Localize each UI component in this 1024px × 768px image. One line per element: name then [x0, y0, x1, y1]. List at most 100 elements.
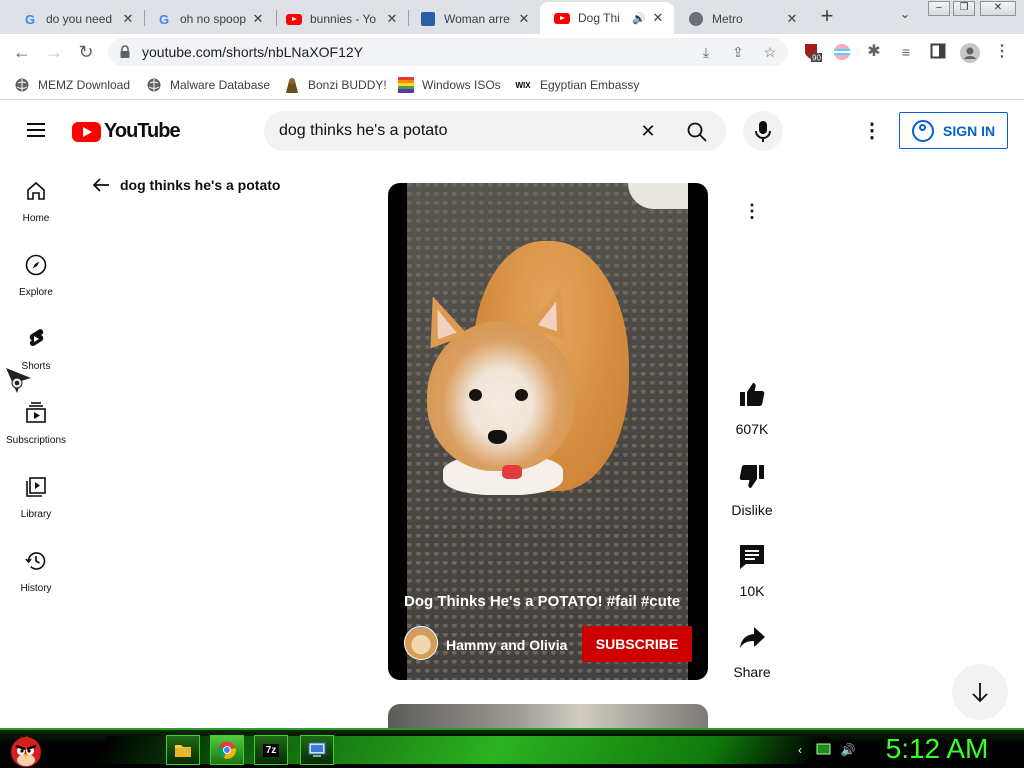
next-short-preview[interactable] [388, 704, 708, 730]
search-box[interactable]: dog thinks he's a potato ✕ [264, 111, 726, 151]
news-icon [420, 11, 436, 27]
close-tab-icon[interactable]: ✕ [384, 11, 400, 27]
sign-in-button[interactable]: SIGN IN [899, 112, 1008, 149]
globe-icon [688, 11, 704, 27]
google-icon: G [158, 11, 170, 27]
side-panel-icon[interactable] [929, 43, 947, 61]
back-button[interactable]: ← [10, 40, 34, 64]
tab-title: oh no spoop [180, 12, 246, 26]
guide-item-library[interactable]: Library [4, 475, 68, 545]
profile-icon[interactable] [960, 43, 980, 63]
close-tab-icon[interactable]: ✕ [784, 11, 800, 27]
chrome-button[interactable] [210, 735, 244, 765]
channel-name[interactable]: Hammy and Olivia [446, 637, 567, 653]
volume-icon[interactable]: 🔊 [840, 742, 856, 758]
youtube-wordmark: YouTube [104, 120, 181, 142]
subscribe-button[interactable]: SUBSCRIBE [582, 626, 692, 662]
youtube-play-icon [72, 121, 101, 142]
bookmark-bonzi-buddy[interactable]: Bonzi BUDDY! [284, 76, 387, 94]
shorts-video-player[interactable]: Dog Thinks He's a POTATO! #fail #cute Ha… [388, 183, 708, 680]
guide-item-home[interactable]: Home [4, 179, 68, 249]
file-explorer-button[interactable] [166, 735, 200, 765]
comment-icon [740, 545, 764, 569]
share-page-icon[interactable]: ⇪ [728, 42, 748, 62]
chrome-menu-icon[interactable]: ⋮ [993, 43, 1011, 61]
reload-button[interactable]: ↻ [74, 40, 98, 64]
clear-search-icon[interactable]: ✕ [638, 121, 658, 141]
minimize-window-button[interactable]: – [928, 1, 950, 16]
tab-title: Woman arre [444, 12, 510, 26]
guide-item-history[interactable]: History [4, 549, 68, 619]
tab-do-you-need[interactable]: G do you need ✕ [8, 4, 144, 34]
restore-window-button[interactable]: ❐ [953, 1, 975, 16]
pride-extension-icon[interactable] [833, 43, 851, 61]
comments-button[interactable]: 10K [722, 542, 782, 599]
url-text[interactable]: youtube.com/shorts/nbLNaXOF12Y [142, 44, 363, 60]
media-controls-icon[interactable]: ≡ [897, 43, 915, 61]
close-window-button[interactable]: ✕ [980, 1, 1016, 16]
speaker-icon[interactable]: 🔊 [632, 10, 646, 26]
puzzle-extensions-icon[interactable]: ✱ [865, 43, 883, 61]
tab-bunnies[interactable]: bunnies - Yo ✕ [272, 4, 408, 34]
bookmark-egyptian-embassy[interactable]: WIX Egyptian Embassy [514, 76, 639, 94]
wix-icon: WIX [515, 80, 531, 90]
tab-oh-no-spoop[interactable]: G oh no spoop ✕ [142, 4, 274, 34]
bookmark-windows-isos[interactable]: Windows ISOs [398, 76, 501, 94]
computer-button[interactable] [300, 735, 334, 765]
youtube-logo[interactable]: YouTube [72, 120, 181, 143]
video-title[interactable]: Dog Thinks He's a POTATO! #fail #cute [404, 593, 680, 610]
youtube-icon [286, 11, 302, 27]
tab-woman-arrested[interactable]: Woman arre ✕ [406, 4, 540, 34]
settings-more-icon[interactable]: ⋮ [860, 119, 884, 143]
new-tab-button[interactable]: + [816, 5, 838, 28]
install-app-icon[interactable]: ⤓ [696, 42, 716, 62]
next-video-button[interactable] [952, 664, 1008, 720]
more-actions-icon[interactable]: ⋮ [740, 199, 764, 223]
voice-search-button[interactable] [743, 111, 783, 151]
bookmark-malware-database[interactable]: Malware Database [146, 76, 270, 94]
dislike-button[interactable]: Dislike [722, 461, 782, 518]
share-button[interactable]: Share [722, 623, 782, 680]
guide-item-subscriptions[interactable]: Subscriptions [4, 401, 68, 471]
close-tab-icon[interactable]: ✕ [516, 11, 532, 27]
taskbar-clock[interactable]: 5:12 AM [876, 733, 998, 765]
lock-icon[interactable] [120, 45, 130, 58]
guide-item-explore[interactable]: Explore [4, 253, 68, 323]
7zip-icon: 7z [262, 743, 280, 757]
tab-search-chevron-icon[interactable]: ⌄ [896, 7, 914, 25]
close-tab-icon[interactable]: ✕ [650, 10, 666, 26]
bookmark-label: MEMZ Download [38, 78, 131, 92]
7zip-button[interactable]: 7z [254, 735, 288, 765]
search-icon[interactable] [686, 121, 708, 143]
search-input[interactable]: dog thinks he's a potato [279, 122, 448, 140]
address-bar[interactable]: youtube.com/shorts/nbLNaXOF12Y ⤓ ⇪ ☆ [108, 38, 788, 66]
show-hidden-icons-chevron[interactable]: ‹ [792, 742, 808, 758]
globe-icon [14, 77, 30, 93]
bonzi-icon [284, 77, 300, 93]
close-tab-icon[interactable]: ✕ [120, 11, 136, 27]
thumbs-down-icon [739, 465, 764, 488]
bookmarks-bar: MEMZ Download Malware Database Bonzi BUD… [0, 70, 1024, 100]
tab-dog-thinks-active[interactable]: Dog Thi 🔊 ✕ [540, 2, 674, 34]
like-button[interactable]: 607K [722, 380, 782, 437]
forward-button[interactable]: → [42, 40, 66, 64]
bookmark-memz[interactable]: MEMZ Download [14, 76, 130, 94]
google-icon: G [24, 11, 36, 27]
guide-label: Subscriptions [5, 435, 67, 446]
start-button-angry-bird-icon[interactable] [6, 730, 46, 768]
bookmark-label: Bonzi BUDDY! [308, 78, 387, 92]
history-icon [25, 552, 46, 570]
close-tab-icon[interactable]: ✕ [250, 11, 266, 27]
dog-image [515, 389, 528, 401]
bookmark-star-icon[interactable]: ☆ [760, 42, 780, 62]
library-icon [26, 477, 46, 497]
chrome-icon [218, 741, 236, 759]
guide-menu-icon[interactable] [24, 119, 48, 143]
back-arrow-icon[interactable] [90, 174, 112, 196]
browser-tab-strip: G do you need ✕ G oh no spoop ✕ bunnies … [0, 0, 1024, 34]
battery-icon[interactable] [816, 742, 832, 758]
explore-icon [25, 254, 47, 276]
tab-metro[interactable]: Metro ✕ [674, 4, 808, 34]
channel-avatar[interactable] [404, 626, 438, 660]
extension-shield-icon[interactable]: 90 [802, 42, 822, 63]
